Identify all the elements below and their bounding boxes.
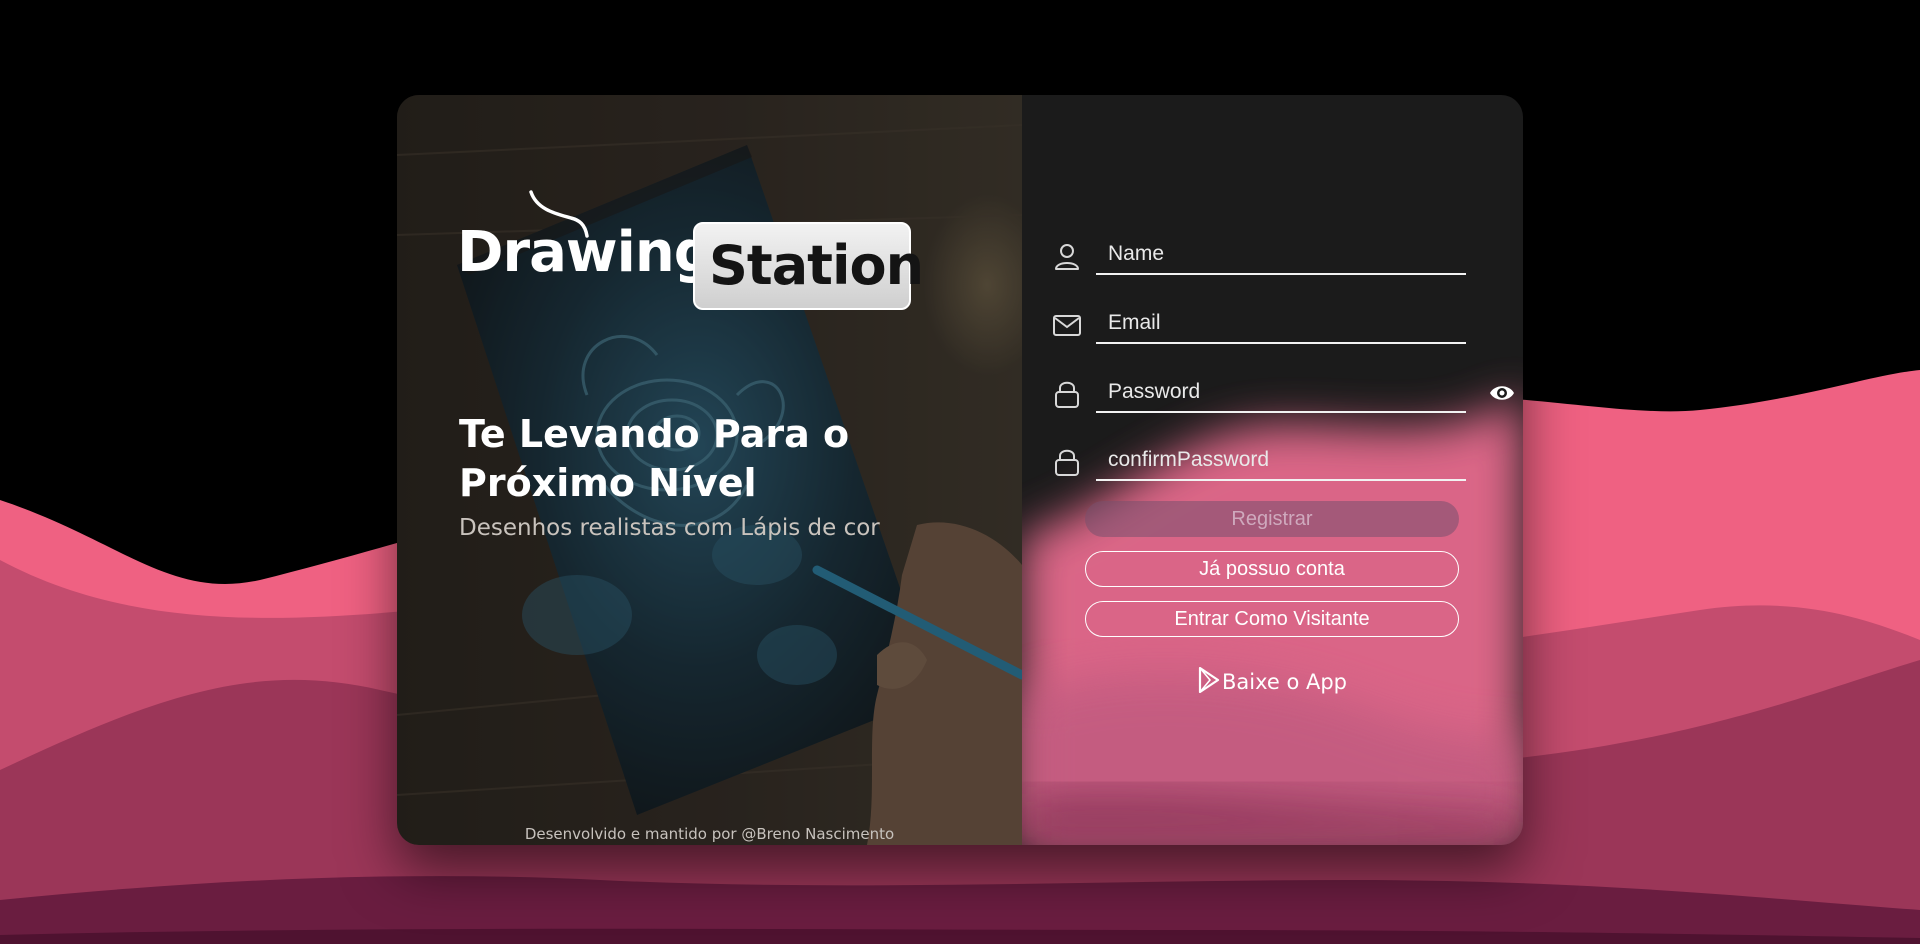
guest-login-button[interactable]: Entrar Como Visitante bbox=[1085, 601, 1459, 637]
hero-subline: Desenhos realistas com Lápis de cor bbox=[459, 515, 880, 541]
mail-icon bbox=[1053, 315, 1081, 336]
eye-icon[interactable] bbox=[1489, 383, 1515, 403]
register-card: Drawing Station Te Levando Para o Próxim… bbox=[397, 95, 1523, 845]
download-app-link[interactable]: Baixe o App bbox=[1022, 667, 1523, 694]
hero-panel: Drawing Station Te Levando Para o Próxim… bbox=[397, 95, 1022, 845]
have-account-button[interactable]: Já possuo conta bbox=[1085, 551, 1459, 587]
name-input[interactable] bbox=[1096, 235, 1466, 275]
email-input[interactable] bbox=[1096, 304, 1466, 344]
confirm-password-field-row bbox=[1052, 441, 1492, 485]
hero-headline: Te Levando Para o Próximo Nível bbox=[459, 412, 850, 505]
drawing-station-logo: Drawing Station bbox=[457, 190, 924, 320]
confirm-password-input[interactable] bbox=[1096, 441, 1466, 481]
password-field-row bbox=[1052, 373, 1514, 417]
lock-icon bbox=[1055, 381, 1079, 408]
logo-word-station: Station bbox=[709, 234, 924, 297]
register-form-panel: Registrar Já possuo conta Entrar Como Vi… bbox=[1022, 95, 1523, 845]
name-field-row bbox=[1052, 235, 1492, 279]
user-icon bbox=[1055, 244, 1079, 270]
logo-station-badge: Station bbox=[693, 222, 924, 310]
register-button[interactable]: Registrar bbox=[1085, 501, 1459, 537]
password-input[interactable] bbox=[1096, 373, 1466, 413]
footer-credits: Desenvolvido e mantido por @Breno Nascim… bbox=[524, 825, 895, 843]
lock-icon bbox=[1055, 449, 1079, 476]
logo-word-drawing: Drawing bbox=[457, 220, 714, 285]
email-field-row bbox=[1052, 304, 1492, 348]
download-app-label: Baixe o App bbox=[1221, 670, 1348, 694]
play-store-icon bbox=[1198, 667, 1220, 693]
